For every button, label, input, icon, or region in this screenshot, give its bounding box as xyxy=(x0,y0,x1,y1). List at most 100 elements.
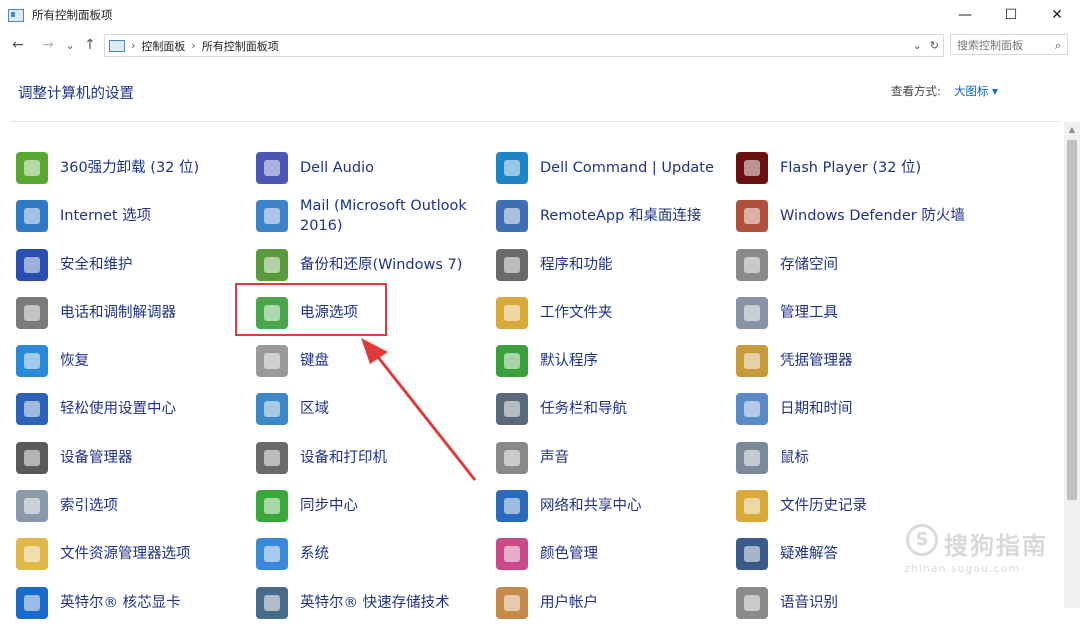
control-panel-item[interactable]: 索引选项 xyxy=(16,482,256,530)
scroll-up-icon[interactable]: ▲ xyxy=(1064,122,1080,138)
breadcrumb-control-panel[interactable]: 控制面板 xyxy=(141,38,185,54)
control-panel-item[interactable]: 文件资源管理器选项 xyxy=(16,530,256,578)
control-panel-item[interactable]: Mail (Microsoft Outlook 2016) xyxy=(256,192,496,240)
control-panel-item[interactable]: 声音 xyxy=(496,434,736,482)
control-panel-item[interactable]: 键盘 xyxy=(256,337,496,385)
control-panel-item[interactable]: 颜色管理 xyxy=(496,530,736,578)
address-dropdown-icon[interactable]: ⌄ xyxy=(913,39,922,52)
control-panel-item[interactable]: Internet 选项 xyxy=(16,192,256,240)
control-panel-item[interactable]: RemoteApp 和桌面连接 xyxy=(496,192,736,240)
address-bar[interactable]: › 控制面板 › 所有控制面板项 ⌄ ↻ xyxy=(104,34,944,57)
page-title: 调整计算机的设置 xyxy=(18,86,134,102)
system-icon xyxy=(256,538,288,571)
item-label: 声音 xyxy=(540,449,569,466)
item-label: Dell Command | Update xyxy=(540,160,714,176)
item-label: 管理工具 xyxy=(780,304,838,321)
mail-icon xyxy=(256,200,288,233)
view-by-dropdown[interactable]: 大图标 ▾ xyxy=(954,83,998,99)
control-panel-item[interactable]: 鼠标 xyxy=(736,434,976,482)
control-panel-item[interactable]: 凭据管理器 xyxy=(736,337,976,385)
control-panel-item[interactable]: 区域 xyxy=(256,385,496,433)
watermark: S 搜狗指南 zhinan.sogou.com xyxy=(898,520,1068,580)
item-label: 文件历史记录 xyxy=(780,498,867,515)
item-label: Internet 选项 xyxy=(60,208,152,225)
color-management-icon xyxy=(496,538,528,571)
uninstall-icon xyxy=(16,152,48,184)
item-label: 系统 xyxy=(300,546,329,563)
control-panel-item[interactable]: Windows Defender 防火墙 xyxy=(736,192,976,240)
forward-button[interactable]: → xyxy=(38,35,58,55)
control-panel-item[interactable]: 默认程序 xyxy=(496,337,736,385)
control-panel-item[interactable]: 同步中心 xyxy=(256,482,496,530)
control-panel-item[interactable]: Flash Player (32 位) xyxy=(736,144,976,192)
troubleshoot-icon xyxy=(736,538,768,571)
printer-icon xyxy=(256,441,288,474)
item-label: 凭据管理器 xyxy=(780,353,853,370)
item-label: 设备管理器 xyxy=(60,449,133,466)
work-folder-icon xyxy=(496,296,528,329)
scroll-thumb[interactable] xyxy=(1067,140,1077,500)
search-input[interactable]: 搜索控制面板 ⌕ xyxy=(950,34,1068,55)
control-panel-item[interactable]: 系统 xyxy=(256,530,496,578)
item-label: Mail (Microsoft Outlook 2016) xyxy=(300,198,467,235)
control-panel-item[interactable]: 存储空间 xyxy=(736,241,976,289)
control-panel-item[interactable]: 英特尔® 核芯显卡 xyxy=(16,579,256,627)
control-panel-item[interactable]: 轻松使用设置中心 xyxy=(16,385,256,433)
control-panel-icon xyxy=(8,8,24,22)
control-panel-item[interactable]: 设备管理器 xyxy=(16,434,256,482)
maximize-button[interactable]: ☐ xyxy=(988,0,1034,30)
window-title: 所有控制面板项 xyxy=(32,8,113,22)
phone-icon xyxy=(16,296,48,329)
region-icon xyxy=(256,393,288,426)
control-panel-item[interactable]: 恢复 xyxy=(16,337,256,385)
search-icon[interactable]: ⌕ xyxy=(1055,39,1061,53)
watermark-url: zhinan.sogou.com xyxy=(904,562,1021,575)
backup-icon xyxy=(256,248,288,281)
intel-graphics-icon xyxy=(16,586,48,619)
default-programs-icon xyxy=(496,345,528,378)
firewall-icon xyxy=(736,200,768,233)
control-panel-item[interactable]: 360强力卸载 (32 位) xyxy=(16,144,256,192)
chevron-right-icon: › xyxy=(131,39,136,52)
item-label: 默认程序 xyxy=(540,353,598,370)
chevron-right-icon: › xyxy=(191,39,196,52)
control-panel-item[interactable]: 日期和时间 xyxy=(736,385,976,433)
up-button[interactable]: ↑ xyxy=(80,35,100,55)
control-panel-item[interactable]: 备份和还原(Windows 7) xyxy=(256,241,496,289)
control-panel-item[interactable]: 程序和功能 xyxy=(496,241,736,289)
back-button[interactable]: ← xyxy=(8,35,28,55)
control-panel-item[interactable]: 管理工具 xyxy=(736,289,976,337)
control-panel-item[interactable]: 任务栏和导航 xyxy=(496,385,736,433)
item-label: 区域 xyxy=(300,401,329,418)
control-panel-item[interactable]: 设备和打印机 xyxy=(256,434,496,482)
control-panel-item[interactable]: 用户帐户 xyxy=(496,579,736,627)
control-panel-item[interactable]: 语音识别 xyxy=(736,579,976,627)
control-panel-item[interactable]: 安全和维护 xyxy=(16,241,256,289)
control-panel-item[interactable]: Dell Command | Update xyxy=(496,144,736,192)
speaker-icon xyxy=(496,441,528,474)
view-by-label: 查看方式: xyxy=(891,84,941,98)
control-panel-item[interactable]: 工作文件夹 xyxy=(496,289,736,337)
control-panel-item[interactable]: 英特尔® 快速存储技术 xyxy=(256,579,496,627)
item-label: 索引选项 xyxy=(60,498,118,515)
item-label: 用户帐户 xyxy=(540,594,598,611)
taskbar-icon xyxy=(496,393,528,426)
sogou-logo-icon: S xyxy=(906,524,938,556)
refresh-icon[interactable]: ↻ xyxy=(930,39,939,52)
item-label: 日期和时间 xyxy=(780,401,853,418)
item-label: 网络和共享中心 xyxy=(540,498,642,515)
breadcrumb-all-items[interactable]: 所有控制面板项 xyxy=(202,38,279,54)
microphone-icon xyxy=(736,586,768,619)
item-label: Flash Player (32 位) xyxy=(780,160,922,176)
control-panel-item[interactable]: Dell Audio xyxy=(256,144,496,192)
calendar-icon xyxy=(736,393,768,426)
item-label: 颜色管理 xyxy=(540,546,598,563)
control-panel-item[interactable]: 网络和共享中心 xyxy=(496,482,736,530)
item-label: 电话和调制解调器 xyxy=(60,304,176,321)
recent-locations-button[interactable]: ⌄ xyxy=(60,35,80,55)
control-panel-item[interactable]: 电话和调制解调器 xyxy=(16,289,256,337)
minimize-button[interactable]: — xyxy=(942,0,988,30)
item-label: 语音识别 xyxy=(780,594,838,611)
item-label: 文件资源管理器选项 xyxy=(60,546,191,563)
close-button[interactable]: ✕ xyxy=(1034,0,1080,30)
